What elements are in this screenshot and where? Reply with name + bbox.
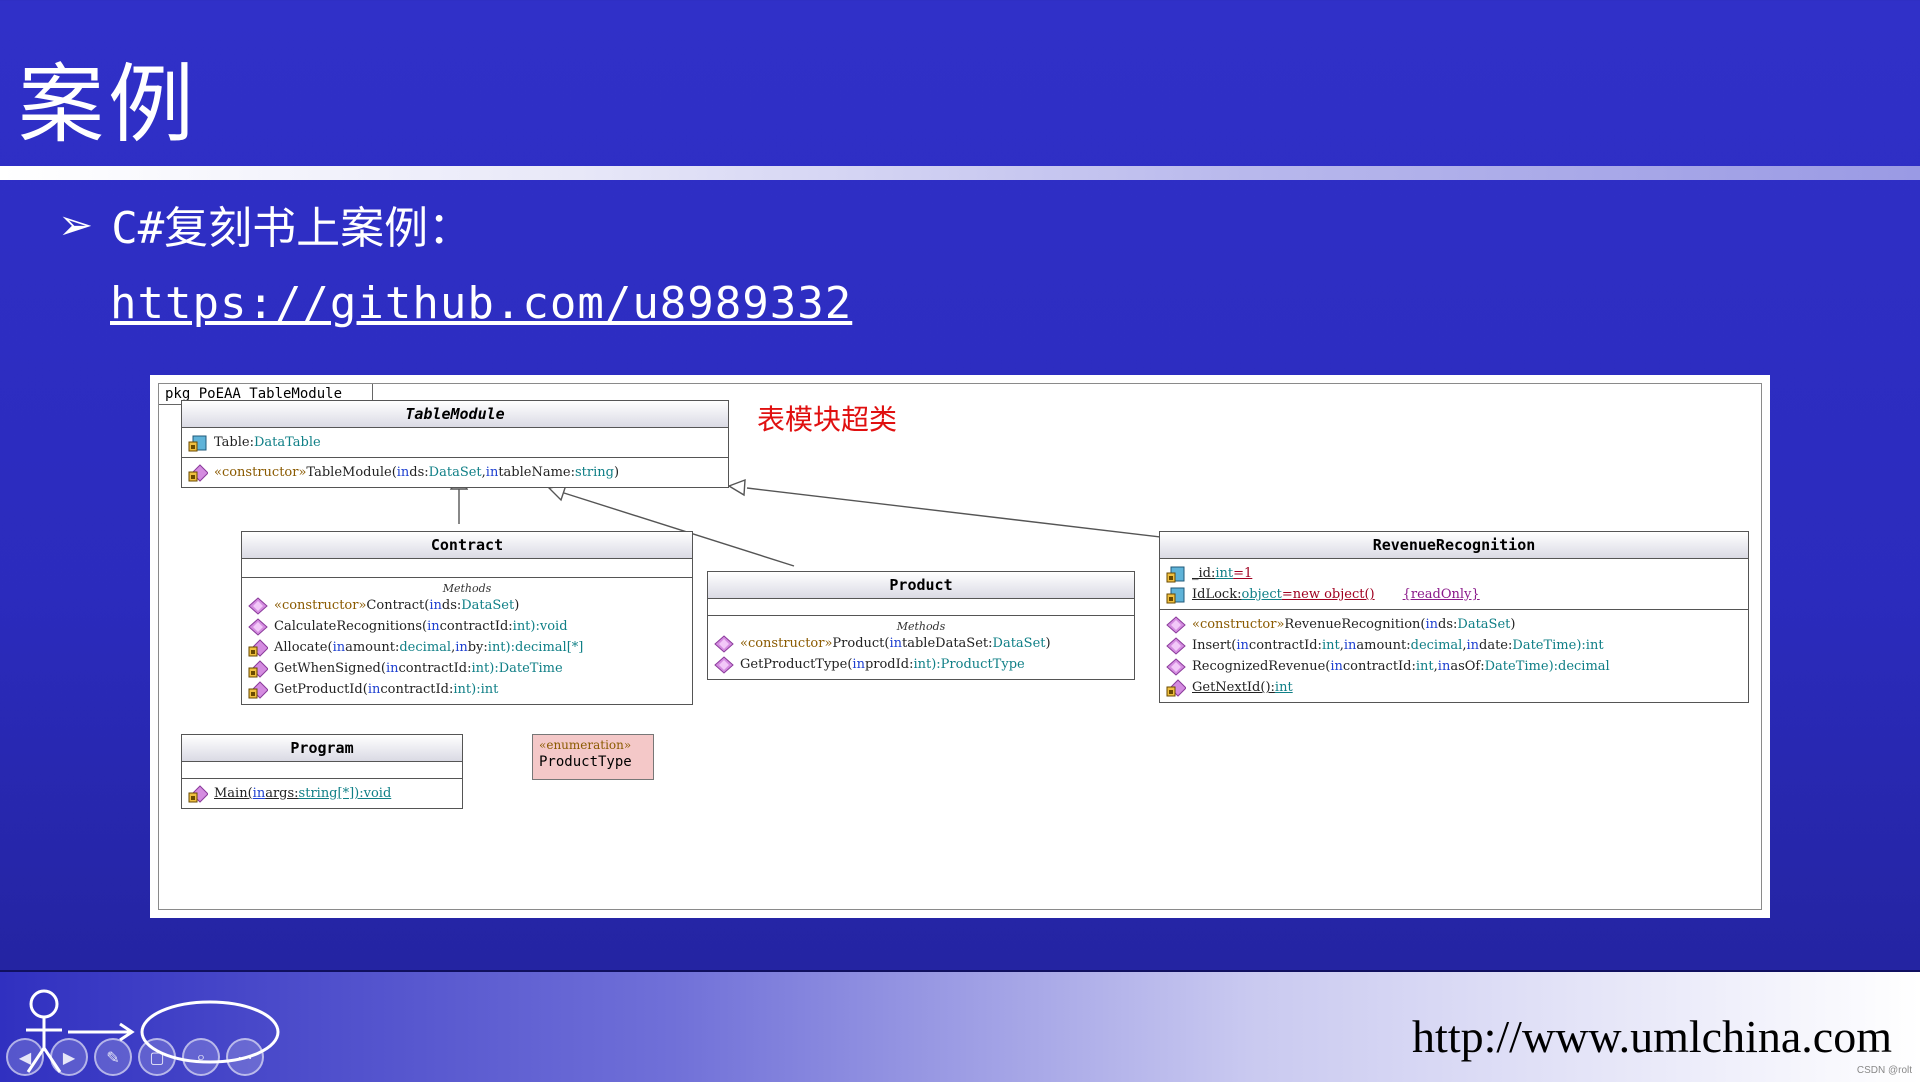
attribute-icon [1166, 565, 1186, 583]
footer-banner: http://www.umlchina.com CSDN @rolt [0, 970, 1920, 1082]
footer-url: http://www.umlchina.com [1412, 1011, 1892, 1062]
operation-row: GetProductType(in prodId: int):ProductTyp… [708, 654, 1134, 675]
static-method-icon [1166, 679, 1186, 697]
zoom-button[interactable]: ⌕ [182, 1038, 220, 1076]
methods-label: Methods [896, 620, 946, 633]
class-product[interactable]: Product Methods «constructor» Product(in… [707, 571, 1135, 680]
operations-section: Main(in args: string [*]):void [182, 779, 462, 808]
attributes-section [242, 559, 692, 578]
method-icon [714, 635, 734, 653]
class-program[interactable]: Program Main(in args: string [*]):void [181, 734, 463, 809]
operation-row: «constructor» Product(in tableDataSet: Da… [708, 633, 1134, 654]
methods-label: Methods [442, 582, 492, 595]
operation-row: «constructor» Contract(in ds: DataSet) [242, 595, 692, 616]
operation-row: Insert(in contractId: int, in amount: deci… [1160, 635, 1748, 656]
operation-row: CalculateRecognitions(in contractId: int)… [242, 616, 692, 637]
class-name: RevenueRecognition [1160, 532, 1748, 559]
class-contract[interactable]: Contract Methods «constructor» Contract(… [241, 531, 693, 705]
method-icon [1166, 616, 1186, 634]
method-icon [248, 597, 268, 615]
bullet-arrow-icon: ➢ [58, 199, 94, 249]
protected-method-icon [248, 681, 268, 699]
uml-diagram: pkg PoEAA_TableModule TableModule Table:… [150, 375, 1770, 918]
attributes-section [182, 762, 462, 779]
next-slide-button[interactable]: ▶ [50, 1038, 88, 1076]
class-name: Product [708, 572, 1134, 599]
watermark-credit: CSDN @rolt [1856, 1065, 1912, 1076]
operation-row: GetNextId(): int [1160, 677, 1748, 698]
class-revenue-recognition[interactable]: RevenueRecognition _id: int =1 IdLock: obje… [1159, 531, 1749, 703]
attribute-row: IdLock: object =new object() {readOnly} [1160, 584, 1748, 605]
actor-icon-head [29, 989, 59, 1019]
enum-product-type[interactable]: «enumeration» ProductType [532, 734, 654, 780]
operation-row: RecognizedRevenue(in contractId: int, in … [1160, 656, 1748, 677]
slide-title: 案例 [18, 55, 198, 155]
class-name: TableModule [182, 401, 728, 428]
bullet-text: C#复刻书上案例： [111, 203, 473, 254]
revenue-inheritance-arrowhead [727, 478, 746, 497]
operation-row: Allocate(in amount: decimal, in by: int):d… [242, 637, 692, 658]
operations-section: Methods «constructor» Product(in tableDa… [708, 616, 1134, 679]
attribute-icon [188, 434, 208, 452]
operation-row: «constructor» RevenueRecognition(in ds: D… [1160, 614, 1748, 635]
static-method-icon [188, 785, 208, 803]
operations-section: Methods «constructor» Contract(in ds: Dat… [242, 578, 692, 704]
attributes-section: Table: DataTable [182, 428, 728, 458]
protected-method-icon [188, 464, 208, 482]
method-icon [248, 618, 268, 636]
github-link[interactable]: https://github.com/u8989332 [110, 278, 852, 329]
attributes-section: _id: int =1 IdLock: object =new object() {rea… [1160, 559, 1748, 610]
enum-stereotype: «enumeration» [539, 738, 632, 752]
protected-method-icon [248, 639, 268, 657]
operations-section: «constructor» RevenueRecognition(in ds: D… [1160, 610, 1748, 702]
protected-method-icon [248, 660, 268, 678]
attribute-icon [1166, 586, 1186, 604]
attribute-row: Table: DataTable [182, 432, 728, 453]
method-icon [1166, 658, 1186, 676]
more-options-button[interactable]: ⋯ [226, 1038, 264, 1076]
bullet-item: ➢ C#复刻书上案例： [58, 192, 472, 256]
operations-section: «constructor» TableModule(in ds: DataSet,… [182, 458, 728, 487]
superclass-note: 表模块超类 [757, 403, 898, 436]
attribute-row: _id: int =1 [1160, 563, 1748, 584]
method-icon [714, 656, 734, 674]
title-divider [0, 166, 1920, 180]
operation-row: Main(in args: string [*]):void [182, 783, 462, 804]
enum-name: ProductType [539, 754, 632, 770]
operation-row: «constructor» TableModule(in ds: DataSet,… [182, 462, 728, 483]
slide-nav-toolbar: ◀ ▶ ✎ ▢ ⌕ ⋯ [6, 1038, 264, 1076]
operation-row: GetWhenSigned(in contractId: int):DateTim… [242, 658, 692, 679]
method-icon [1166, 637, 1186, 655]
class-name: Program [182, 735, 462, 762]
class-table-module[interactable]: TableModule Table: DataTable «constructor… [181, 400, 729, 488]
pen-tool-button[interactable]: ✎ [94, 1038, 132, 1076]
slide-sorter-button[interactable]: ▢ [138, 1038, 176, 1076]
previous-slide-button[interactable]: ◀ [6, 1038, 44, 1076]
class-name: Contract [242, 532, 692, 559]
package-frame: pkg PoEAA_TableModule TableModule Table:… [158, 383, 1762, 910]
attributes-section [708, 599, 1134, 616]
operation-row: GetProductId(in contractId: int):int [242, 679, 692, 700]
